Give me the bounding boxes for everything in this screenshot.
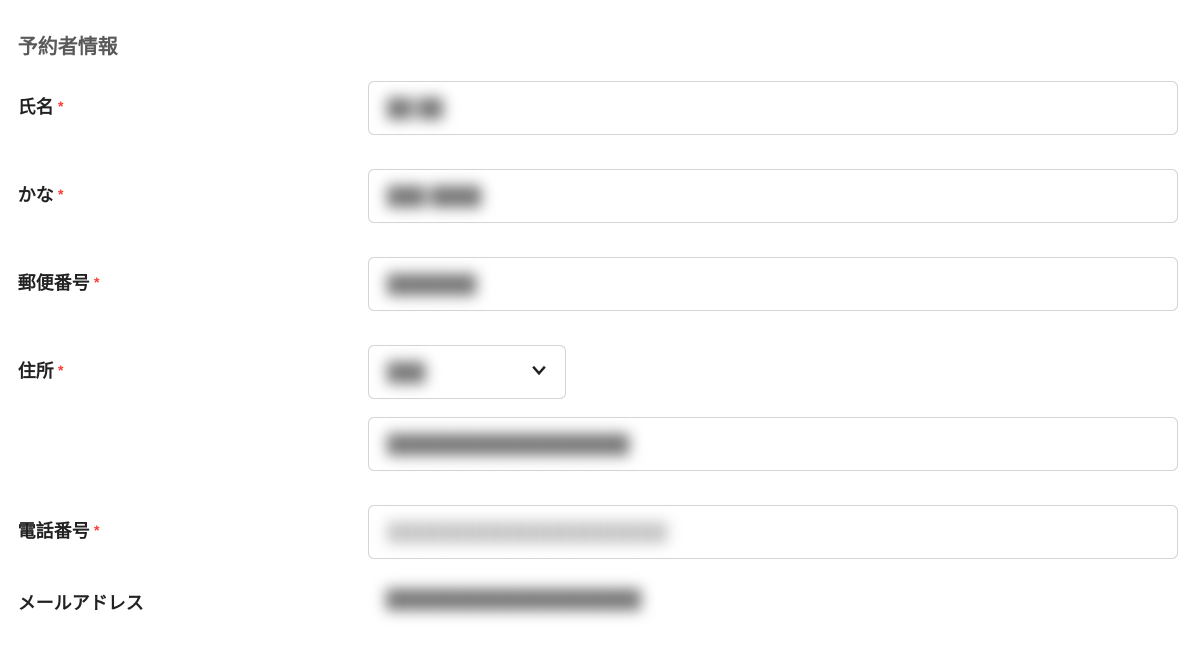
label-kana-text: かな [18, 181, 54, 207]
postal-value: ███████ [387, 274, 476, 295]
label-name: 氏名 * [18, 81, 368, 119]
kana-input[interactable]: ███ ████ [368, 169, 1178, 223]
row-email: メールアドレス ████████████████████ [18, 577, 1182, 615]
phone-value: ██████████████████████ [387, 522, 668, 543]
label-phone: 電話番号 * [18, 505, 368, 543]
label-address: 住所 * [18, 345, 368, 383]
postal-input[interactable]: ███████ [368, 257, 1178, 311]
label-name-text: 氏名 [18, 93, 54, 119]
address-detail-input[interactable]: ███████████████████ [368, 417, 1178, 471]
prefecture-select[interactable]: ███ [368, 345, 566, 399]
label-email-text: メールアドレス [18, 589, 144, 615]
email-value: ████████████████████ [386, 589, 641, 610]
required-mark: * [94, 274, 99, 290]
section-title: 予約者情報 [18, 30, 1182, 59]
label-postal-text: 郵便番号 [18, 269, 90, 295]
label-postal: 郵便番号 * [18, 257, 368, 295]
address-detail-value: ███████████████████ [387, 434, 629, 455]
row-kana: かな * ███ ████ [18, 169, 1182, 223]
label-email: メールアドレス [18, 577, 368, 615]
kana-value: ███ ████ [387, 186, 481, 207]
row-postal: 郵便番号 * ███████ [18, 257, 1182, 311]
row-phone: 電話番号 * ██████████████████████ [18, 505, 1182, 559]
required-mark: * [58, 362, 63, 378]
prefecture-value: ███ [387, 362, 425, 383]
label-kana: かな * [18, 169, 368, 207]
email-value-container: ████████████████████ [368, 577, 1182, 610]
row-address: 住所 * ███ ███████████████████ [18, 345, 1182, 471]
required-mark: * [58, 98, 63, 114]
chevron-down-icon [529, 360, 549, 385]
row-name: 氏名 * ██ ██ [18, 81, 1182, 135]
label-phone-text: 電話番号 [18, 517, 90, 543]
required-mark: * [58, 186, 63, 202]
label-address-text: 住所 [18, 357, 54, 383]
phone-input[interactable]: ██████████████████████ [368, 505, 1178, 559]
name-value: ██ ██ [387, 98, 443, 119]
name-input[interactable]: ██ ██ [368, 81, 1178, 135]
required-mark: * [94, 522, 99, 538]
